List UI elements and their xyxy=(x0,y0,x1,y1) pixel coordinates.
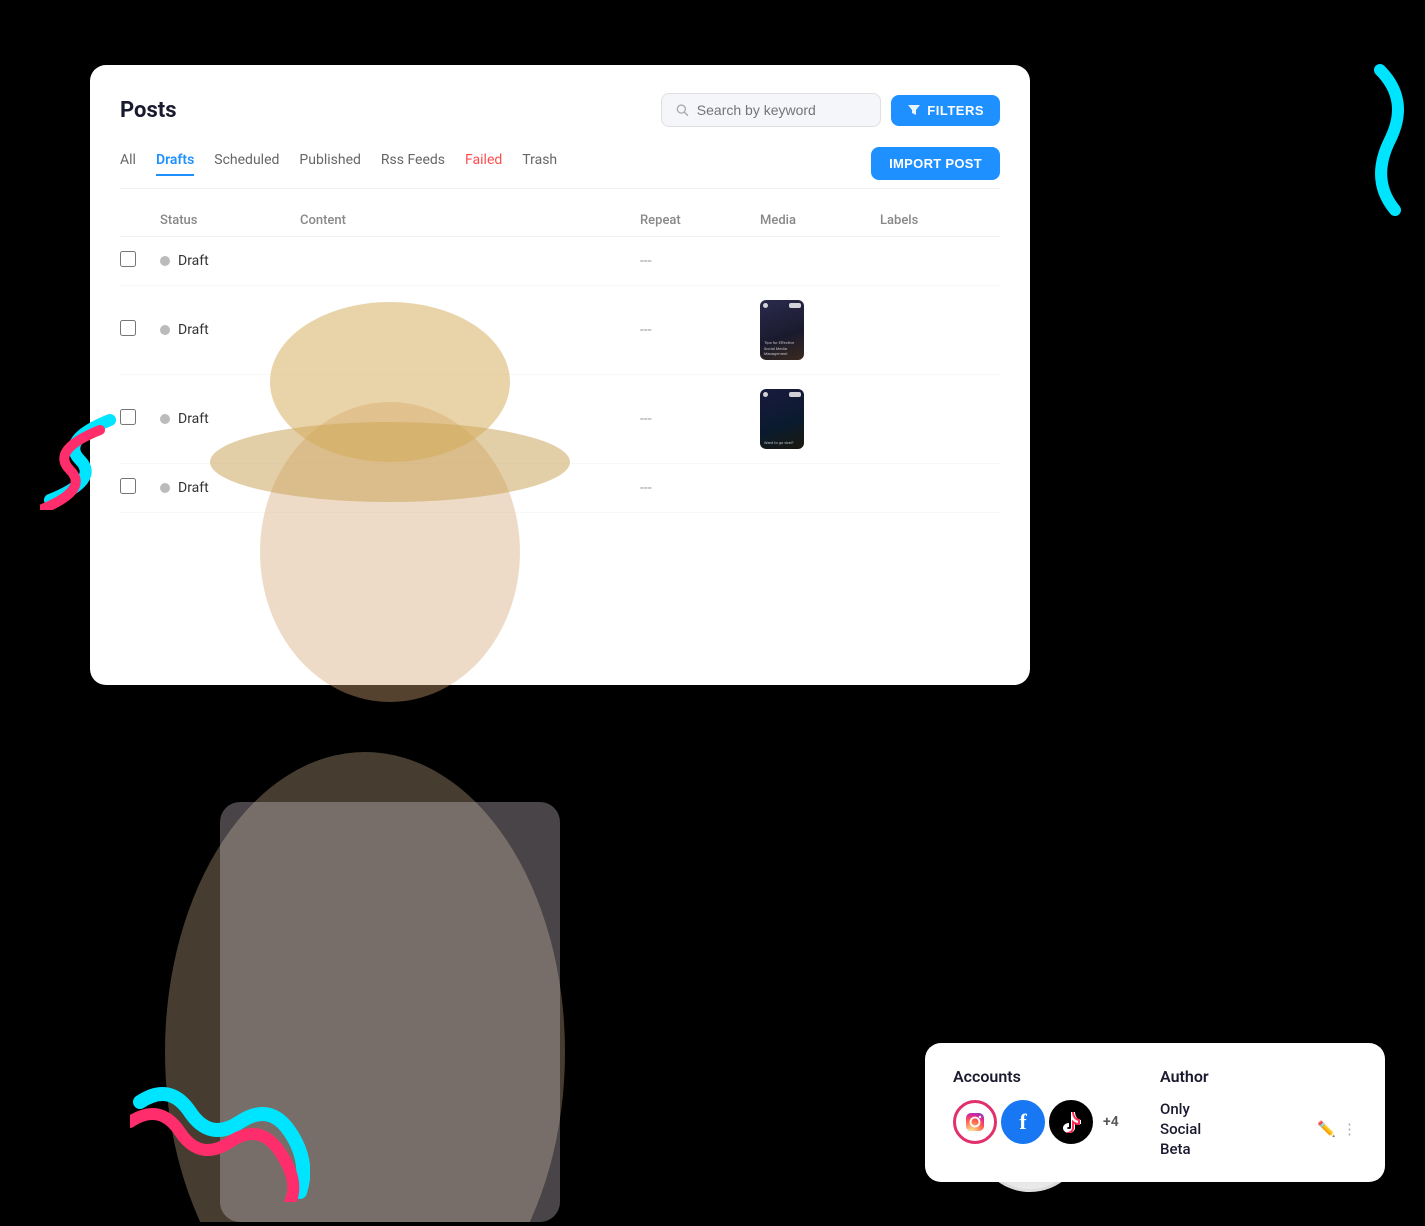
author-header: Author xyxy=(1160,1067,1357,1086)
author-column: Author Only Social ✏️ ⋮ Beta xyxy=(1160,1067,1357,1158)
filters-button[interactable]: FILTERS xyxy=(891,95,1000,126)
person-photo xyxy=(80,152,650,1222)
author-line-2: Social ✏️ ⋮ xyxy=(1160,1120,1357,1138)
accounts-column: Accounts xyxy=(953,1067,1150,1158)
more-icon[interactable]: ⋮ xyxy=(1342,1120,1357,1138)
panel-title: Posts xyxy=(120,98,177,123)
wave-bottom-decoration xyxy=(130,1082,310,1202)
row-3-media: Want to go viral? xyxy=(760,389,880,449)
edit-icon[interactable]: ✏️ xyxy=(1317,1120,1336,1138)
author-line-1: Only xyxy=(1160,1100,1357,1118)
header-actions: FILTERS xyxy=(661,93,1000,127)
col-labels: Labels xyxy=(880,213,1000,228)
author-name-3: Beta xyxy=(1160,1140,1191,1158)
accounts-card: Accounts xyxy=(925,1043,1385,1182)
instagram-svg xyxy=(964,1111,986,1133)
row-2-repeat: --- xyxy=(640,322,760,338)
plus-count: +4 xyxy=(1103,1114,1119,1130)
instagram-icon[interactable] xyxy=(953,1100,997,1144)
facebook-letter: f xyxy=(1019,1109,1026,1135)
author-name-1: Only xyxy=(1160,1100,1190,1118)
media-thumbnail[interactable]: Want to go viral? xyxy=(760,389,804,449)
import-post-button[interactable]: IMPORT POST xyxy=(871,147,1000,180)
filter-icon xyxy=(907,103,921,117)
search-icon xyxy=(676,103,688,117)
row-2-media: Tips for Effective Social Media Manageme… xyxy=(760,300,880,360)
tiktok-small-icon[interactable] xyxy=(1049,1100,1093,1144)
panel-header: Posts FILTERS xyxy=(120,93,1000,127)
search-box[interactable] xyxy=(661,93,881,127)
thumb-text: Tips for Effective Social Media Manageme… xyxy=(764,340,800,356)
tiktok-svg-sm xyxy=(1061,1111,1081,1133)
cyan-swoosh-top-right xyxy=(1320,60,1410,220)
media-thumbnail[interactable]: Tips for Effective Social Media Manageme… xyxy=(760,300,804,360)
author-lines: Only Social ✏️ ⋮ Beta xyxy=(1160,1100,1357,1158)
thumb-text: Want to go viral? xyxy=(764,440,800,445)
row-3-repeat: --- xyxy=(640,411,760,427)
author-actions: ✏️ ⋮ xyxy=(1317,1120,1357,1138)
thumb-bar xyxy=(789,303,801,308)
accounts-header: Accounts xyxy=(953,1067,1150,1086)
thumb-bar xyxy=(789,392,801,397)
author-line-3: Beta xyxy=(1160,1140,1357,1158)
author-name-2: Social xyxy=(1160,1120,1201,1138)
thumb-indicator xyxy=(763,392,768,397)
search-input[interactable] xyxy=(697,102,867,118)
col-media: Media xyxy=(760,213,880,228)
cyan-swoosh-left xyxy=(40,410,120,510)
col-repeat: Repeat xyxy=(640,213,760,228)
social-icons-row: f +4 xyxy=(953,1100,1150,1144)
thumb-indicator xyxy=(763,303,768,308)
accounts-grid: Accounts xyxy=(953,1067,1357,1158)
facebook-icon[interactable]: f xyxy=(1001,1100,1045,1144)
filters-label: FILTERS xyxy=(927,103,984,118)
person-silhouette-svg xyxy=(80,152,650,1222)
row-4-repeat: --- xyxy=(640,480,760,496)
row-1-repeat: --- xyxy=(640,253,760,269)
